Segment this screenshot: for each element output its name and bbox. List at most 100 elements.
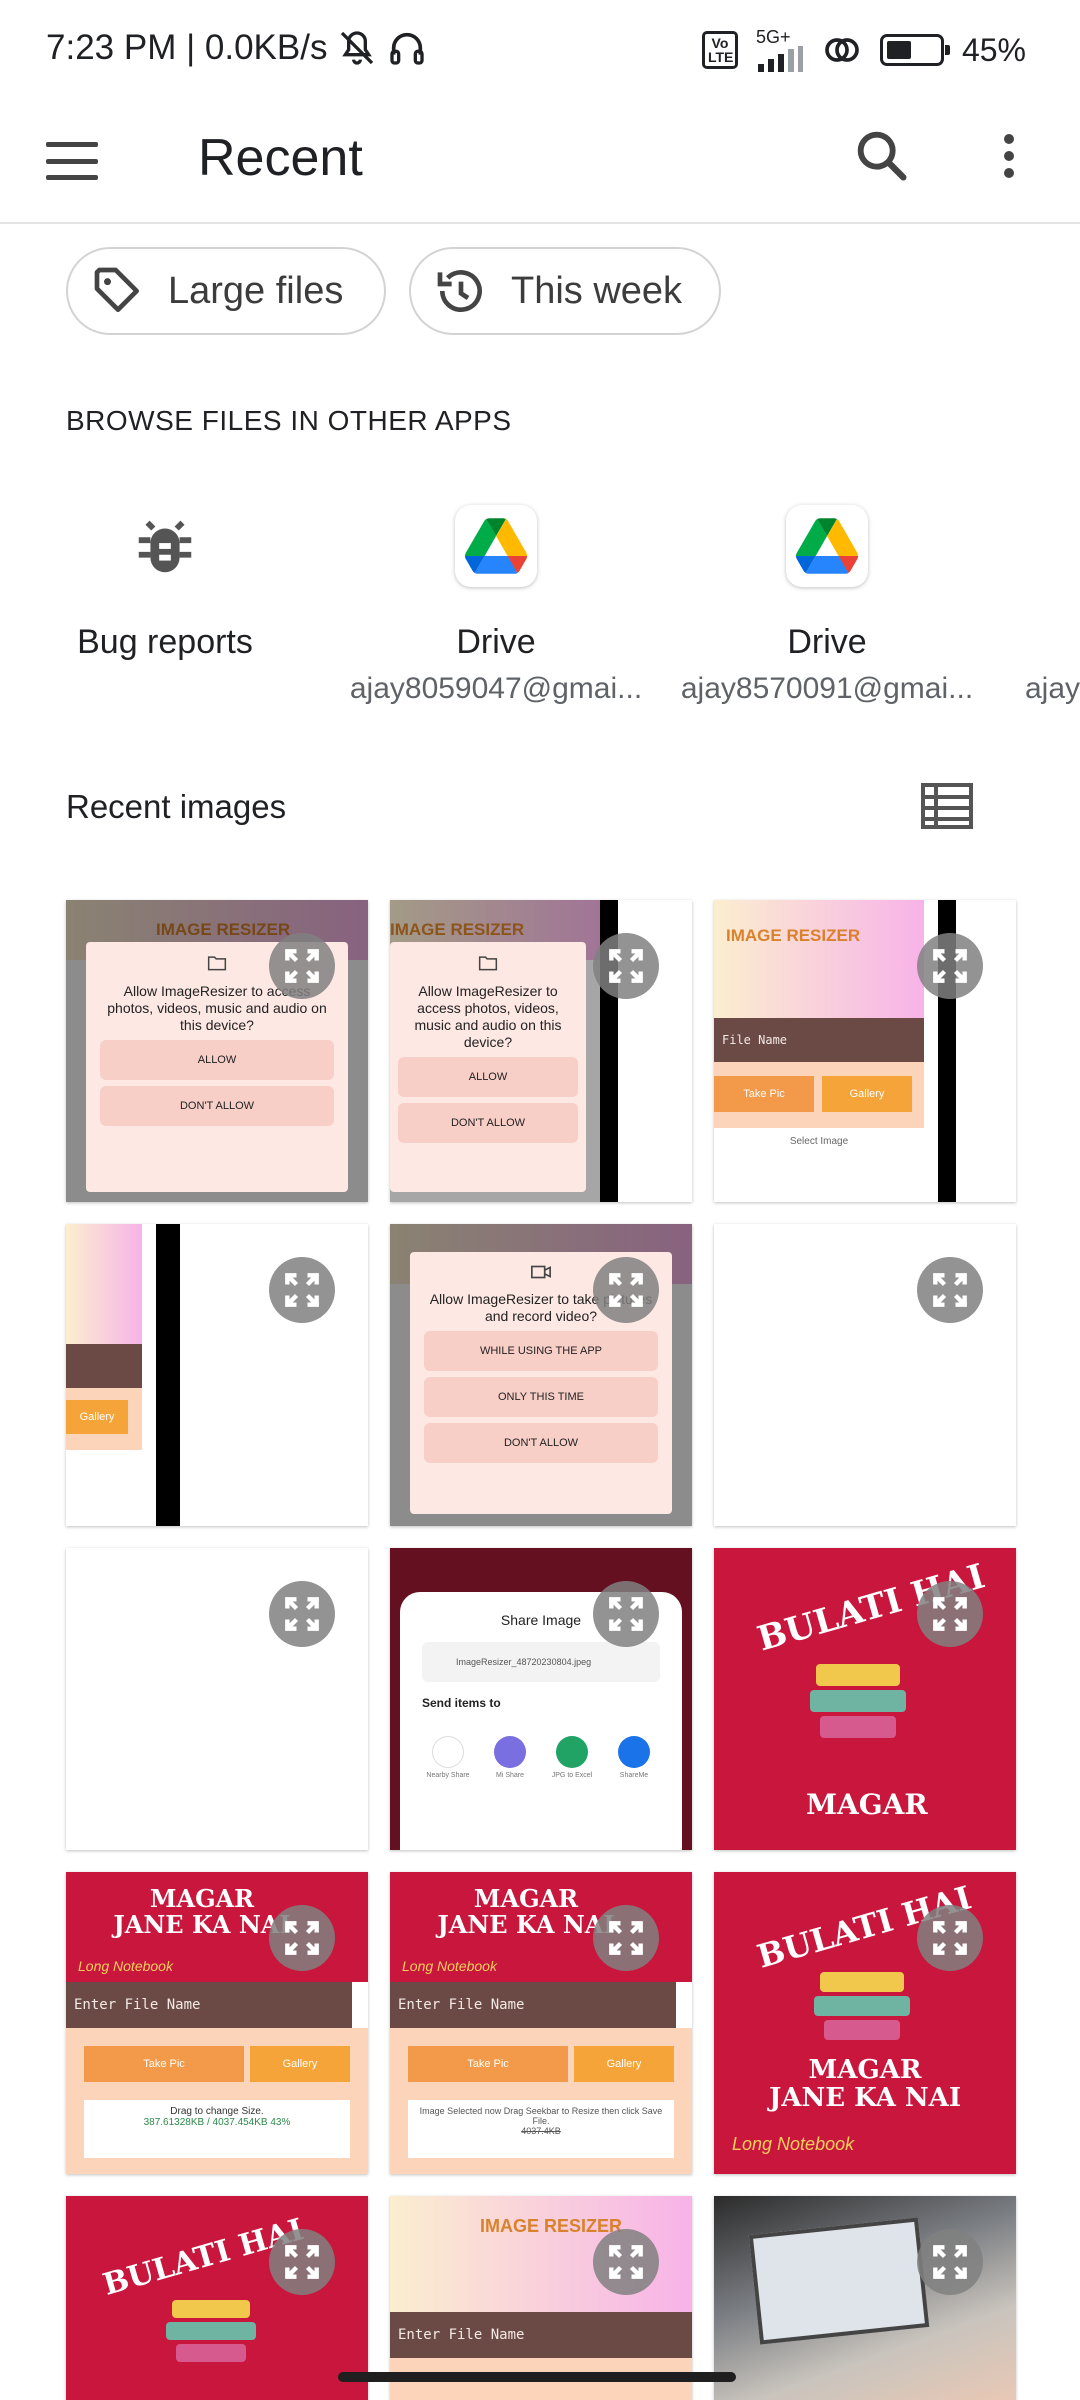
expand-icon[interactable] [269, 933, 335, 999]
expand-icon[interactable] [917, 2229, 983, 2295]
dialog-text: Allow ImageResizer to access photos, vid… [414, 983, 562, 1050]
history-icon [437, 270, 482, 313]
share-target: Nearby Share [426, 1772, 470, 1779]
status-bar: 7:23 PM | 0.0KB/s Vo LTE 5G+ 45% [0, 0, 1080, 100]
image-thumbnail[interactable]: MAGAR JANE KA NAI Long Notebook Enter Fi… [390, 1872, 692, 2174]
book-subtitle: MAGAR [149, 1884, 255, 1913]
drag-size-label: Drag to change Size. [170, 2106, 264, 2117]
book-subtitle: MAGAR [806, 1788, 928, 1821]
drive-icon [786, 505, 868, 587]
menu-icon[interactable] [44, 136, 100, 186]
account-email: ajay8570091@gmai... [680, 672, 974, 705]
expand-icon[interactable] [593, 2229, 659, 2295]
dialog-button: DON'T ALLOW [424, 1423, 658, 1463]
expand-icon[interactable] [917, 1905, 983, 1971]
selected-message: Image Selected now Drag Seekbar to Resiz… [419, 2106, 663, 2126]
search-icon[interactable] [850, 124, 914, 188]
app-label: Bug reports [77, 623, 253, 661]
thumb-app-title: IMAGE RESIZER [726, 926, 861, 945]
expand-icon[interactable] [269, 1581, 335, 1647]
dialog-button: ALLOW [398, 1057, 578, 1097]
expand-icon[interactable] [593, 933, 659, 999]
hotspot-icon [825, 38, 859, 62]
app-drive-1[interactable]: Drive ajay8059047@gmai... [331, 505, 661, 706]
signal-icon [757, 46, 803, 72]
bug-icon [124, 505, 206, 587]
image-thumbnail[interactable]: Share Image ImageResizer_48720230804.jpe… [390, 1548, 692, 1850]
chip-this-week[interactable]: This week [409, 247, 721, 335]
image-thumbnail[interactable]: Allow ImageResizer to take pictures and … [390, 1224, 692, 1526]
gallery-button: Gallery [822, 1076, 912, 1112]
image-thumbnail[interactable]: IMAGE RESIZER Enter File Name [390, 2196, 692, 2400]
image-thumbnail[interactable] [714, 2196, 1016, 2400]
thumb-app-title: IMAGE RESIZER [480, 2216, 623, 2236]
select-image-area: Select Image [714, 1128, 924, 1202]
size-value: 4037.4KB [521, 2126, 561, 2136]
network-type: 5G+ [755, 27, 791, 47]
expand-icon[interactable] [593, 1581, 659, 1647]
battery-percent: 45% [961, 31, 1026, 68]
expand-icon[interactable] [269, 1257, 335, 1323]
long-notebook-label: Long Notebook [732, 2134, 855, 2154]
account-email: ajay8059047@gmai... [349, 672, 643, 705]
battery-icon [879, 34, 950, 66]
app-bug-reports[interactable]: Bug reports [0, 505, 330, 662]
send-items-label: Send items to [422, 1696, 501, 1710]
expand-icon[interactable] [269, 1905, 335, 1971]
image-thumbnail[interactable]: MAGAR JANE KA NAI Long Notebook Enter Fi… [66, 1872, 368, 2174]
share-target: Mi Share [495, 1772, 524, 1779]
image-thumbnail[interactable] [66, 1548, 368, 1850]
book-subtitle: JANE KA NAI [769, 2083, 961, 2113]
expand-icon[interactable] [917, 1257, 983, 1323]
book-subtitle: MAGAR [808, 2055, 922, 2085]
app-partial[interactable]: ajay [1025, 505, 1080, 706]
expand-icon[interactable] [269, 2229, 335, 2295]
long-notebook-label: Long Notebook [402, 1958, 497, 1974]
app-label: Drive [456, 623, 536, 661]
image-thumbnail[interactable]: IMAGE RESIZER Allow ImageResizer to acce… [390, 900, 692, 1202]
books-illustration [810, 1660, 906, 1756]
status-time: 7:23 PM | 0.0KB/s [46, 28, 328, 67]
mute-icon [341, 31, 374, 65]
gallery-button: Gallery [66, 1400, 128, 1434]
account-email: ajay [1025, 672, 1080, 705]
share-target: ShareMe [619, 1772, 649, 1779]
image-thumbnail[interactable] [714, 1224, 1016, 1526]
expand-icon[interactable] [917, 1581, 983, 1647]
page-title: Recent [198, 129, 363, 187]
image-thumbnail[interactable]: Gallery [66, 1224, 368, 1526]
permission-dialog: Allow ImageResizer to access photos, vid… [390, 942, 586, 1192]
app-label: Drive [787, 623, 867, 661]
app-drive-2[interactable]: Drive ajay8570091@gmai... [662, 505, 992, 706]
more-vert-icon[interactable] [982, 124, 1036, 188]
chip-large-files[interactable]: Large files [66, 247, 386, 335]
image-thumbnail[interactable]: BULATI HAI [66, 2196, 368, 2400]
share-target: JPG to Excel [551, 1772, 593, 1779]
gallery-button: Gallery [574, 2046, 674, 2082]
dialog-button: DON'T ALLOW [398, 1103, 578, 1143]
app-bar: Recent [0, 100, 1080, 224]
file-name-field: File Name [714, 1018, 924, 1062]
chip-label: Large files [168, 269, 344, 312]
image-thumbnail[interactable]: IMAGE RESIZER File Name Take Pic Gallery… [714, 900, 1016, 1202]
expand-icon[interactable] [917, 933, 983, 999]
volte-icon: Vo LTE [701, 31, 738, 69]
share-file-name: ImageResizer_48720230804.jpeg [422, 1642, 660, 1682]
take-pic-button: Take Pic [84, 2046, 244, 2082]
file-name-field: Enter File Name [390, 2312, 692, 2358]
list-view-icon[interactable] [920, 782, 974, 830]
headphones-icon [390, 32, 425, 65]
dialog-button: ONLY THIS TIME [424, 1377, 658, 1417]
image-thumbnail[interactable]: BULATI HAI MAGAR JANE KA NAI Long Notebo… [714, 1872, 1016, 2174]
size-value: 387.61328KB / 4037.454KB 43% [143, 2117, 291, 2128]
long-notebook-label: Long Notebook [78, 1958, 173, 1974]
expand-icon[interactable] [593, 1905, 659, 1971]
image-thumbnail[interactable]: IMAGE RESIZER Allow ImageResizer to acce… [66, 900, 368, 1202]
image-thumbnail[interactable]: BULATI HAI MAGAR [714, 1548, 1016, 1850]
dialog-button: WHILE USING THE APP [424, 1331, 658, 1371]
expand-icon[interactable] [593, 1257, 659, 1323]
file-name-field: Enter File Name [390, 1982, 676, 2028]
file-name-field: Enter File Name [66, 1982, 352, 2028]
dialog-button: DON'T ALLOW [100, 1086, 334, 1126]
gesture-nav-handle[interactable] [338, 2372, 736, 2382]
